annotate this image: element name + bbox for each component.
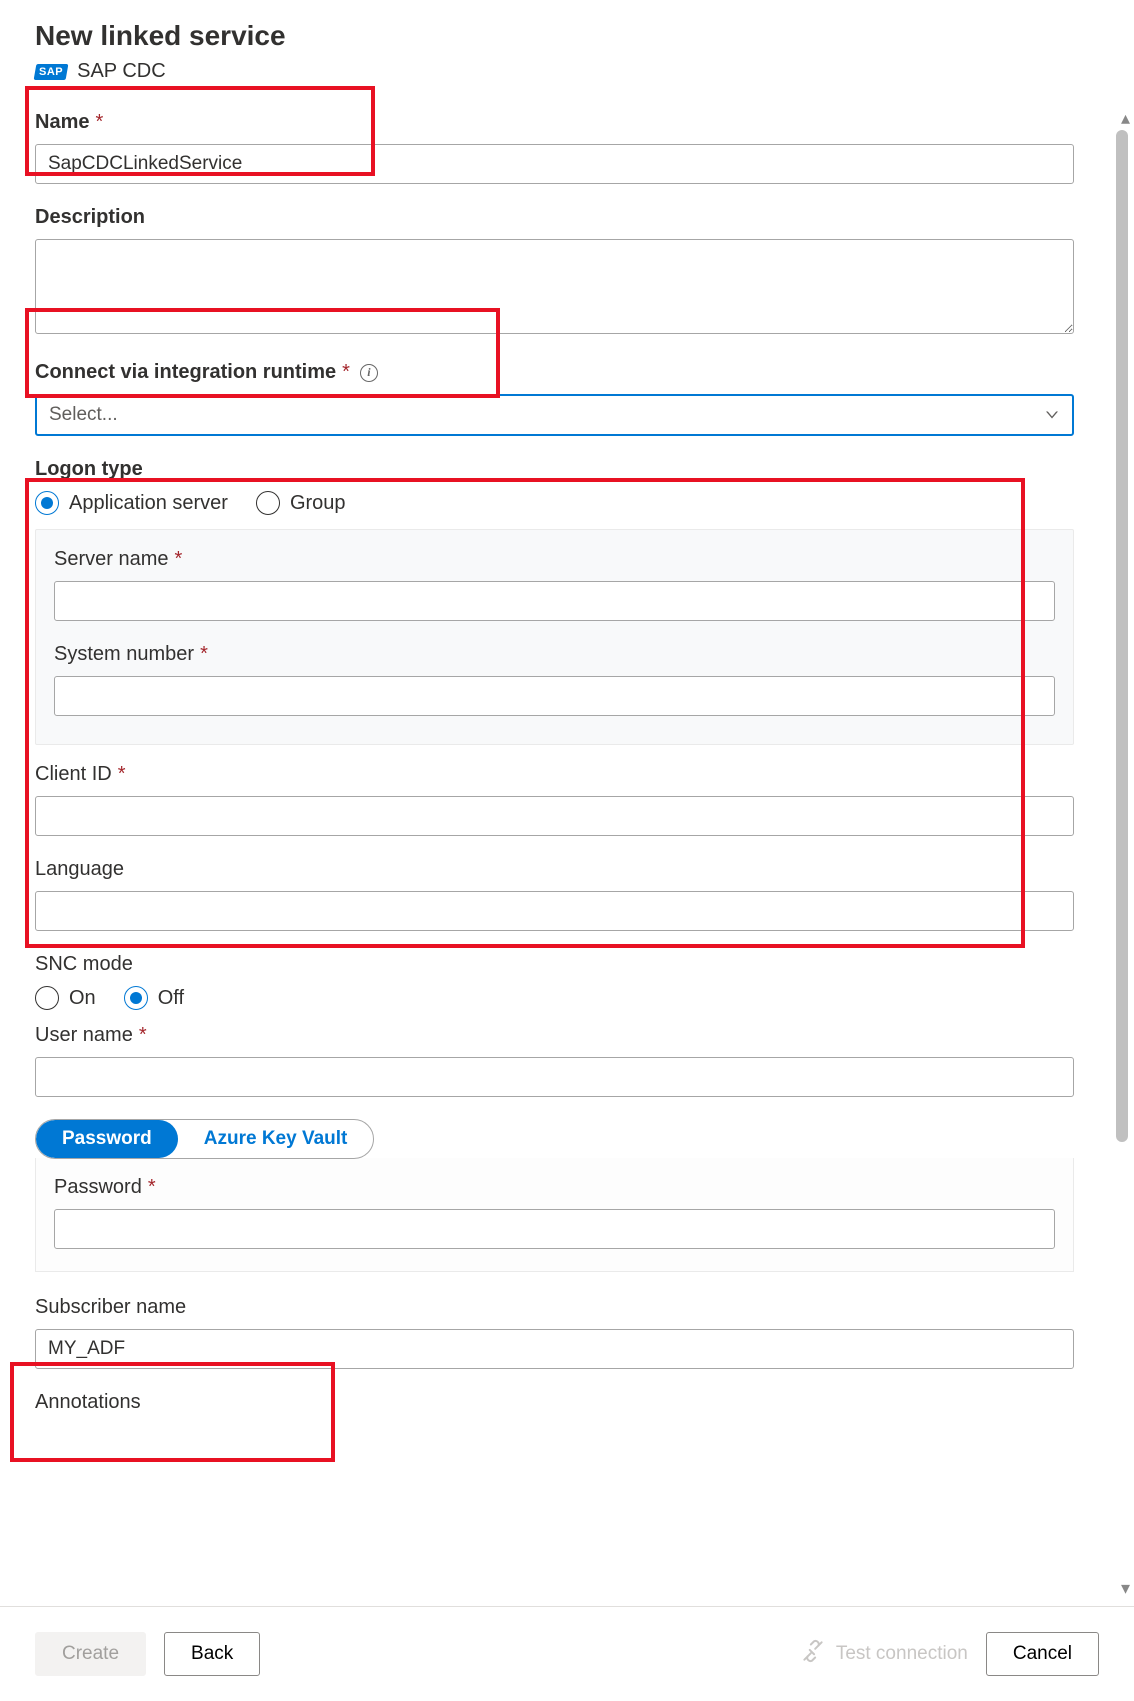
scrollbar-track[interactable] [1116, 130, 1128, 1576]
sap-logo-badge: SAP [34, 64, 69, 80]
scroll-up-arrow-icon[interactable]: ▴ [1121, 108, 1130, 129]
tab-azure-key-vault[interactable]: Azure Key Vault [178, 1120, 374, 1158]
plug-icon [800, 1638, 826, 1670]
snc-mode-block: SNC mode On Off [35, 953, 1074, 1010]
snc-mode-option-label: On [69, 987, 96, 1010]
server-name-label: Server name [54, 548, 169, 571]
logon-type-option-label: Group [290, 492, 346, 515]
client-id-input[interactable] [35, 796, 1074, 836]
radio-icon [35, 986, 59, 1010]
password-pill-tabs: Password Azure Key Vault [35, 1119, 374, 1159]
page-title: New linked service [35, 20, 1074, 52]
back-button[interactable]: Back [164, 1632, 260, 1676]
form-scroll-area[interactable]: New linked service SAP SAP CDC Name * De… [0, 0, 1109, 1601]
description-label: Description [35, 206, 145, 229]
password-label: Password [54, 1176, 142, 1199]
snc-mode-off[interactable]: Off [124, 986, 184, 1010]
required-star: * [95, 111, 103, 134]
cancel-button[interactable]: Cancel [986, 1632, 1099, 1676]
user-name-input[interactable] [35, 1057, 1074, 1097]
description-textarea[interactable] [35, 239, 1074, 334]
server-subpanel: Server name * System number * [35, 529, 1074, 745]
test-connection-label: Test connection [836, 1643, 968, 1665]
system-number-input[interactable] [54, 676, 1055, 716]
description-field-block: Description [35, 206, 1074, 339]
radio-icon [256, 491, 280, 515]
scroll-down-arrow-icon[interactable]: ▾ [1121, 1578, 1130, 1599]
radio-icon-selected [35, 491, 59, 515]
password-input[interactable] [54, 1209, 1055, 1249]
required-star: * [342, 361, 350, 384]
subscriber-block: Subscriber name [35, 1296, 1074, 1369]
required-star: * [139, 1024, 147, 1047]
annotations-label: Annotations [35, 1391, 141, 1414]
required-star: * [148, 1176, 156, 1199]
client-id-block: Client ID * [35, 763, 1074, 836]
runtime-select-placeholder: Select... [49, 404, 118, 425]
annotations-block: Annotations [35, 1391, 1074, 1414]
system-number-label: System number [54, 643, 194, 666]
info-icon[interactable]: i [360, 364, 378, 382]
client-id-label: Client ID [35, 763, 112, 786]
logon-type-block: Logon type Application server Group [35, 458, 1074, 515]
chevron-down-icon [1046, 412, 1058, 419]
tab-password[interactable]: Password [36, 1120, 178, 1158]
snc-mode-option-label: Off [158, 987, 184, 1010]
user-name-block: User name * [35, 1024, 1074, 1097]
subscriber-input[interactable] [35, 1329, 1074, 1369]
name-label: Name [35, 111, 89, 134]
snc-mode-on[interactable]: On [35, 986, 96, 1010]
footer-bar: Create Back Test connection Cancel [0, 1606, 1134, 1701]
page-subtitle-row: SAP SAP CDC [35, 60, 1074, 83]
scrollbar-thumb[interactable] [1116, 130, 1128, 1142]
logon-type-label: Logon type [35, 458, 143, 481]
connector-name: SAP CDC [77, 60, 166, 83]
user-name-label: User name [35, 1024, 133, 1047]
snc-mode-label: SNC mode [35, 953, 133, 976]
language-label: Language [35, 858, 124, 881]
subscriber-label: Subscriber name [35, 1296, 186, 1319]
runtime-select[interactable]: Select... [35, 394, 1074, 436]
required-star: * [118, 763, 126, 786]
required-star: * [175, 548, 183, 571]
runtime-field-block: Connect via integration runtime * i Sele… [35, 361, 1074, 436]
password-section: Password Azure Key Vault Password * [35, 1119, 1074, 1272]
create-button[interactable]: Create [35, 1632, 146, 1676]
name-input[interactable] [35, 144, 1074, 184]
logon-type-group[interactable]: Group [256, 491, 346, 515]
logon-type-application-server[interactable]: Application server [35, 491, 228, 515]
name-field-block: Name * [35, 111, 1074, 184]
language-block: Language [35, 858, 1074, 931]
required-star: * [200, 643, 208, 666]
test-connection-button[interactable]: Test connection [800, 1638, 968, 1670]
language-input[interactable] [35, 891, 1074, 931]
logon-type-option-label: Application server [69, 492, 228, 515]
runtime-label: Connect via integration runtime [35, 361, 336, 384]
server-name-input[interactable] [54, 581, 1055, 621]
radio-icon-selected [124, 986, 148, 1010]
